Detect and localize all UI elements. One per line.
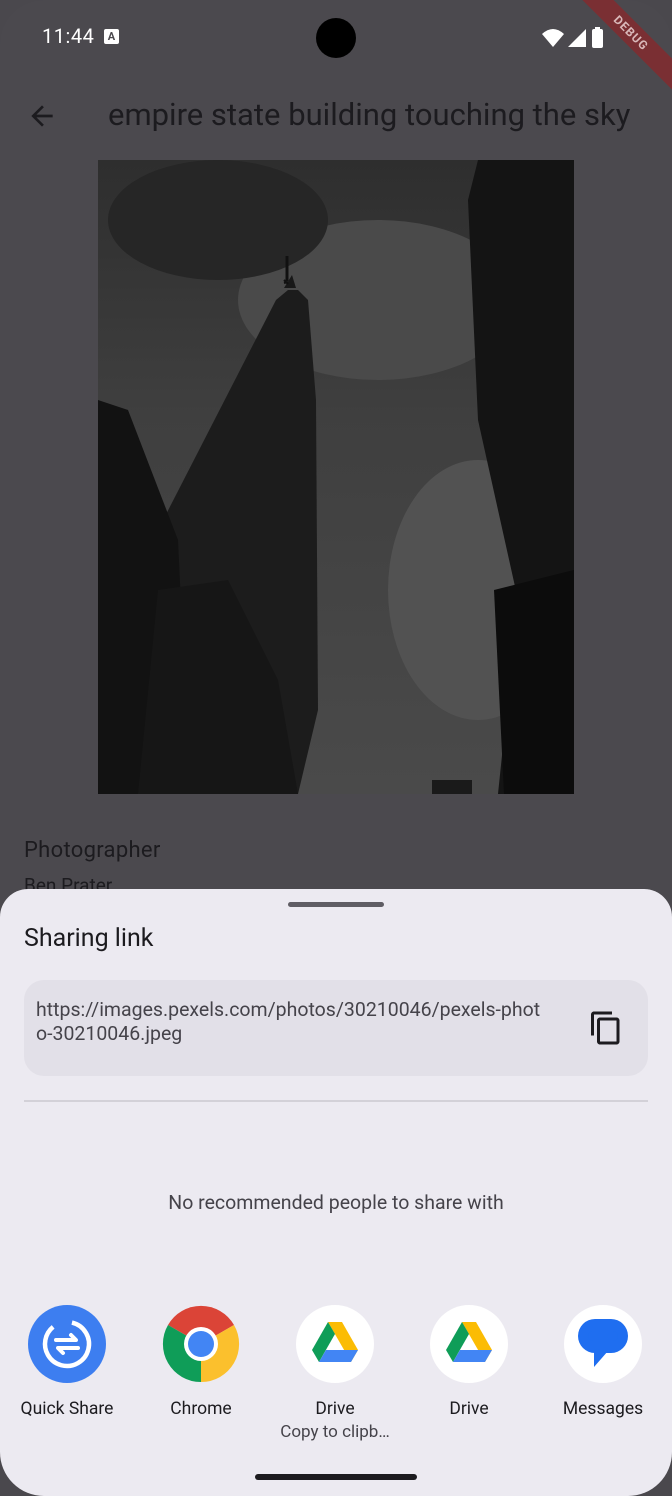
notification-a-icon: A (104, 29, 119, 44)
status-bar: 11:44 A DEBUG (0, 0, 672, 94)
share-target-drive[interactable]: Drive (402, 1305, 536, 1419)
share-target-messages[interactable]: Messages (536, 1305, 670, 1419)
messages-icon (564, 1305, 642, 1383)
status-time: 11:44 (42, 24, 95, 48)
quick-share-icon (28, 1305, 106, 1383)
copy-icon[interactable] (588, 1010, 624, 1046)
link-preview-box: https://images.pexels.com/photos/3021004… (24, 980, 648, 1076)
signal-icon (568, 29, 586, 47)
share-target-label: Chrome (170, 1399, 232, 1419)
share-target-drive-copy[interactable]: Drive Copy to clipb… (268, 1305, 402, 1442)
divider (24, 1100, 648, 1102)
sheet-title: Sharing link (24, 924, 154, 953)
photographer-label: Photographer (24, 838, 161, 863)
share-target-quick-share[interactable]: Quick Share (0, 1305, 134, 1419)
share-target-sublabel: Copy to clipb… (280, 1422, 390, 1442)
share-target-label: Drive (449, 1399, 489, 1419)
share-target-chrome[interactable]: Chrome (134, 1305, 268, 1419)
share-targets-row: Quick Share Chrome Drive Copy to clipb… … (0, 1305, 672, 1455)
share-target-label: Drive (315, 1399, 355, 1419)
no-recommendations-text: No recommended people to share with (168, 1191, 504, 1214)
camera-cutout (316, 18, 356, 58)
page-title: empire state building touching the sky (108, 96, 631, 133)
drive-icon (296, 1305, 374, 1383)
device-screen: 11:44 A DEBUG empire state building touc… (0, 0, 672, 1496)
chrome-icon (162, 1305, 240, 1383)
drive-icon (430, 1305, 508, 1383)
wifi-icon (542, 29, 564, 47)
share-bottom-sheet: Sharing link https://images.pexels.com/p… (0, 889, 672, 1496)
share-target-label: Messages (562, 1399, 644, 1419)
home-indicator[interactable] (255, 1474, 417, 1480)
drag-handle[interactable] (288, 902, 384, 907)
battery-icon (592, 29, 603, 48)
arrow-back-icon[interactable] (26, 100, 58, 132)
share-target-label: Quick Share (20, 1399, 114, 1419)
photo-image[interactable] (98, 160, 574, 794)
shared-link-text: https://images.pexels.com/photos/3021004… (36, 998, 541, 1045)
